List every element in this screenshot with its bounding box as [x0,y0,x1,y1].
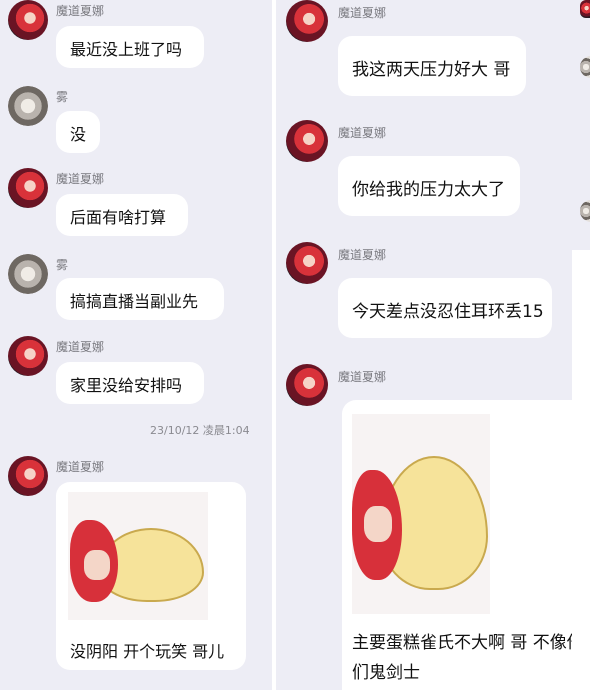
avatar[interactable] [580,56,590,78]
message-bubble[interactable]: 我这两天压力好大 哥 [338,36,526,96]
face-shape [84,550,110,580]
avatar[interactable] [8,168,48,208]
avatar[interactable] [580,200,590,222]
message-bubble[interactable]: 后面有啥打算 [56,194,188,236]
face-shape [364,506,392,542]
sender-name: 雾 [56,90,69,104]
avatar[interactable] [286,0,328,42]
message-text: 最近没上班了吗 [70,40,183,59]
sticker-caption: 没阴阳 开个玩笑 哥儿 [70,642,225,661]
sticker-message-bubble[interactable]: 主要蛋糕雀氏不大啊 哥 不像他 们鬼剑士 [342,400,572,690]
sticker-caption: 们鬼剑士 [352,663,420,683]
sender-name: 魔道夏娜 [338,370,387,384]
avatar[interactable] [286,120,328,162]
message-bubble[interactable]: 搞搞直播当副业先 [56,278,224,320]
message-bubble[interactable]: 今天差点没忍住耳环丢15 [338,278,552,338]
message-text: 今天差点没忍住耳环丢15 [352,302,544,322]
avatar[interactable] [286,364,328,406]
sender-name: 魔道夏娜 [338,126,387,140]
timestamp: 23/10/12 凌晨1:04 [150,424,250,437]
message-text: 你给我的压力太大了 [352,180,505,200]
sender-name: 魔道夏娜 [338,248,387,262]
avatar[interactable] [8,86,48,126]
avatar[interactable] [8,336,48,376]
avatar[interactable] [286,242,328,284]
message-text: 没 [70,125,87,144]
message-bubble[interactable]: 你给我的压力太大了 [338,156,520,216]
message-bubble[interactable]: 家里没给安排吗 [56,362,204,404]
message-text: 搞搞直播当副业先 [70,292,199,311]
sticker-message-bubble[interactable]: 没阴阳 开个玩笑 哥儿 [56,482,246,670]
message-bubble[interactable]: 没 [56,111,100,153]
sender-name: 魔道夏娜 [56,172,105,186]
sender-name: 雾 [56,258,69,272]
sender-name: 魔道夏娜 [56,340,105,354]
sticker-image[interactable] [352,414,490,614]
sender-name: 魔道夏娜 [338,6,387,20]
message-bubble[interactable]: 最近没上班了吗 [56,26,204,68]
message-text: 我这两天压力好大 哥 [352,60,511,80]
avatar[interactable] [8,0,48,40]
avatar[interactable] [580,0,590,18]
chat-panel-left: 魔道夏娜 最近没上班了吗 雾 没 魔道夏娜 后面有啥打算 雾 搞搞直播当副业先 … [0,0,272,690]
sender-name: 魔道夏娜 [56,460,105,474]
sticker-caption: 主要蛋糕雀氏不大啊 哥 不像他 [352,633,572,653]
message-text: 家里没给安排吗 [70,376,183,395]
avatar[interactable] [8,456,48,496]
blank-area [572,250,590,690]
chat-panel-right-fragment [572,0,590,250]
sticker-image[interactable] [68,492,208,620]
avatar[interactable] [8,254,48,294]
chat-panel-middle: 魔道夏娜 我这两天压力好大 哥 魔道夏娜 你给我的压力太大了 魔道夏娜 今天差点… [276,0,572,690]
sender-name: 魔道夏娜 [56,4,105,18]
message-text: 后面有啥打算 [70,208,167,227]
